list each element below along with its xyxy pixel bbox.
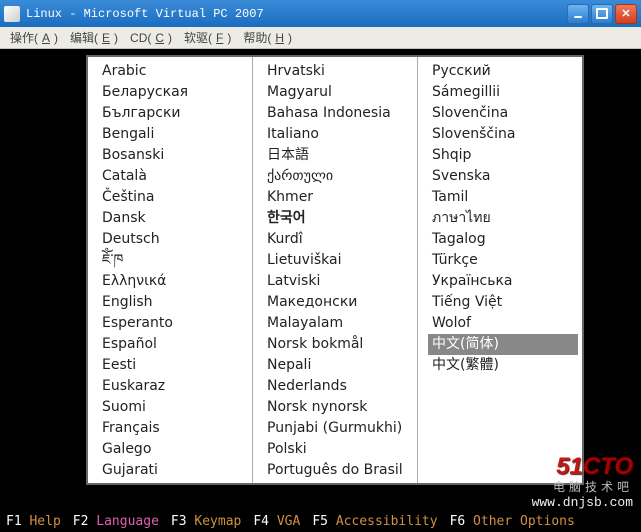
language-option[interactable]: English bbox=[98, 292, 252, 313]
fkey-f1[interactable]: F1 Help bbox=[6, 514, 61, 529]
language-option[interactable]: 한국어 bbox=[263, 208, 417, 229]
language-option[interactable]: Esperanto bbox=[98, 313, 252, 334]
fkey-f6[interactable]: F6 Other Options bbox=[450, 514, 575, 529]
language-option[interactable]: Tiếng Việt bbox=[428, 292, 582, 313]
language-column: РусскийSámegilliiSlovenčinaSlovenščinaSh… bbox=[418, 57, 582, 483]
app-icon bbox=[4, 6, 20, 22]
language-option[interactable]: Français bbox=[98, 418, 252, 439]
window-titlebar: Linux - Microsoft Virtual PC 2007 bbox=[0, 0, 641, 27]
language-option[interactable]: Ελληνικά bbox=[98, 271, 252, 292]
language-option[interactable]: Português do Brasil bbox=[263, 460, 417, 481]
language-selection-dialog: ArabicБеларускаяБългарскиBengaliBosanski… bbox=[86, 55, 584, 485]
maximize-button[interactable] bbox=[591, 4, 613, 24]
language-option[interactable]: Kurdî bbox=[263, 229, 417, 250]
language-option[interactable]: Euskaraz bbox=[98, 376, 252, 397]
language-option[interactable]: Sámegillii bbox=[428, 82, 582, 103]
language-option[interactable]: Português bbox=[263, 481, 417, 483]
language-option[interactable]: Nepali bbox=[263, 355, 417, 376]
language-option[interactable]: Galego bbox=[98, 439, 252, 460]
language-option[interactable]: Svenska bbox=[428, 166, 582, 187]
language-option[interactable]: Slovenščina bbox=[428, 124, 582, 145]
language-option[interactable]: ქართული bbox=[263, 166, 417, 187]
language-option[interactable]: Bosanski bbox=[98, 145, 252, 166]
language-option[interactable]: Български bbox=[98, 103, 252, 124]
menu-操作[interactable]: 操作(A) bbox=[6, 27, 62, 48]
language-option[interactable]: Беларуская bbox=[98, 82, 252, 103]
language-option[interactable]: 日本語 bbox=[263, 145, 417, 166]
language-option[interactable]: Gujarati bbox=[98, 460, 252, 481]
language-option[interactable]: Norsk bokmål bbox=[263, 334, 417, 355]
language-option[interactable]: Malayalam bbox=[263, 313, 417, 334]
language-option[interactable]: 中文(繁體) bbox=[428, 355, 582, 376]
language-option[interactable]: Eesti bbox=[98, 355, 252, 376]
menu-软驱[interactable]: 软驱(F) bbox=[180, 27, 235, 48]
language-option[interactable]: Русский bbox=[428, 61, 582, 82]
language-column: ArabicБеларускаяБългарскиBengaliBosanski… bbox=[88, 57, 253, 483]
menu-帮助[interactable]: 帮助(H) bbox=[239, 27, 296, 48]
language-option[interactable]: עברית bbox=[98, 481, 252, 483]
language-option[interactable]: Shqip bbox=[428, 145, 582, 166]
language-option[interactable]: Dansk bbox=[98, 208, 252, 229]
language-option[interactable]: Hrvatski bbox=[263, 61, 417, 82]
language-option[interactable]: Magyarul bbox=[263, 82, 417, 103]
language-option[interactable]: Deutsch bbox=[98, 229, 252, 250]
language-column: HrvatskiMagyarulBahasa IndonesiaItaliano… bbox=[253, 57, 418, 483]
watermark-url: www.dnjsb.com bbox=[532, 495, 633, 510]
vm-screen: ArabicБеларускаяБългарскиBengaliBosanski… bbox=[0, 49, 641, 532]
language-option[interactable]: 中文(简体) bbox=[428, 334, 578, 355]
language-option[interactable]: Khmer bbox=[263, 187, 417, 208]
language-option[interactable]: Norsk nynorsk bbox=[263, 397, 417, 418]
language-option[interactable]: ภาษาไทย bbox=[428, 208, 582, 229]
fkey-f4[interactable]: F4 VGA bbox=[253, 514, 300, 529]
language-option[interactable]: Slovenčina bbox=[428, 103, 582, 124]
menu-编辑[interactable]: 编辑(E) bbox=[66, 27, 122, 48]
language-option[interactable]: Polski bbox=[263, 439, 417, 460]
language-option[interactable]: ཇོཾ་ཁ bbox=[98, 250, 252, 271]
language-option[interactable]: Nederlands bbox=[263, 376, 417, 397]
language-option[interactable]: Català bbox=[98, 166, 252, 187]
window-title: Linux - Microsoft Virtual PC 2007 bbox=[26, 7, 567, 21]
minimize-button[interactable] bbox=[567, 4, 589, 24]
language-option[interactable]: Bengali bbox=[98, 124, 252, 145]
fkey-f3[interactable]: F3 Keymap bbox=[171, 514, 241, 529]
fkey-f5[interactable]: F5 Accessibility bbox=[312, 514, 437, 529]
language-option[interactable]: Українська bbox=[428, 271, 582, 292]
language-option[interactable]: Wolof bbox=[428, 313, 582, 334]
language-option[interactable]: Español bbox=[98, 334, 252, 355]
close-button[interactable] bbox=[615, 4, 637, 24]
language-option[interactable]: Italiano bbox=[263, 124, 417, 145]
menu-CD[interactable]: CD(C) bbox=[126, 29, 176, 47]
language-option[interactable]: Arabic bbox=[98, 61, 252, 82]
language-option[interactable]: Čeština bbox=[98, 187, 252, 208]
language-option[interactable]: Punjabi (Gurmukhi) bbox=[263, 418, 417, 439]
language-option[interactable]: Latviski bbox=[263, 271, 417, 292]
language-option[interactable]: Türkçe bbox=[428, 250, 582, 271]
language-option[interactable]: Tamil bbox=[428, 187, 582, 208]
window-controls bbox=[567, 4, 637, 24]
language-option[interactable]: Lietuviškai bbox=[263, 250, 417, 271]
menubar: 操作(A)编辑(E)CD(C)软驱(F)帮助(H) bbox=[0, 27, 641, 49]
language-option[interactable]: Bahasa Indonesia bbox=[263, 103, 417, 124]
fkey-f2[interactable]: F2 Language bbox=[73, 514, 159, 529]
language-option[interactable]: Македонски bbox=[263, 292, 417, 313]
language-option[interactable]: Tagalog bbox=[428, 229, 582, 250]
language-option[interactable]: Suomi bbox=[98, 397, 252, 418]
function-key-bar: F1 Help F2 Language F3 Keymap F4 VGA F5 Acce… bbox=[0, 510, 641, 532]
